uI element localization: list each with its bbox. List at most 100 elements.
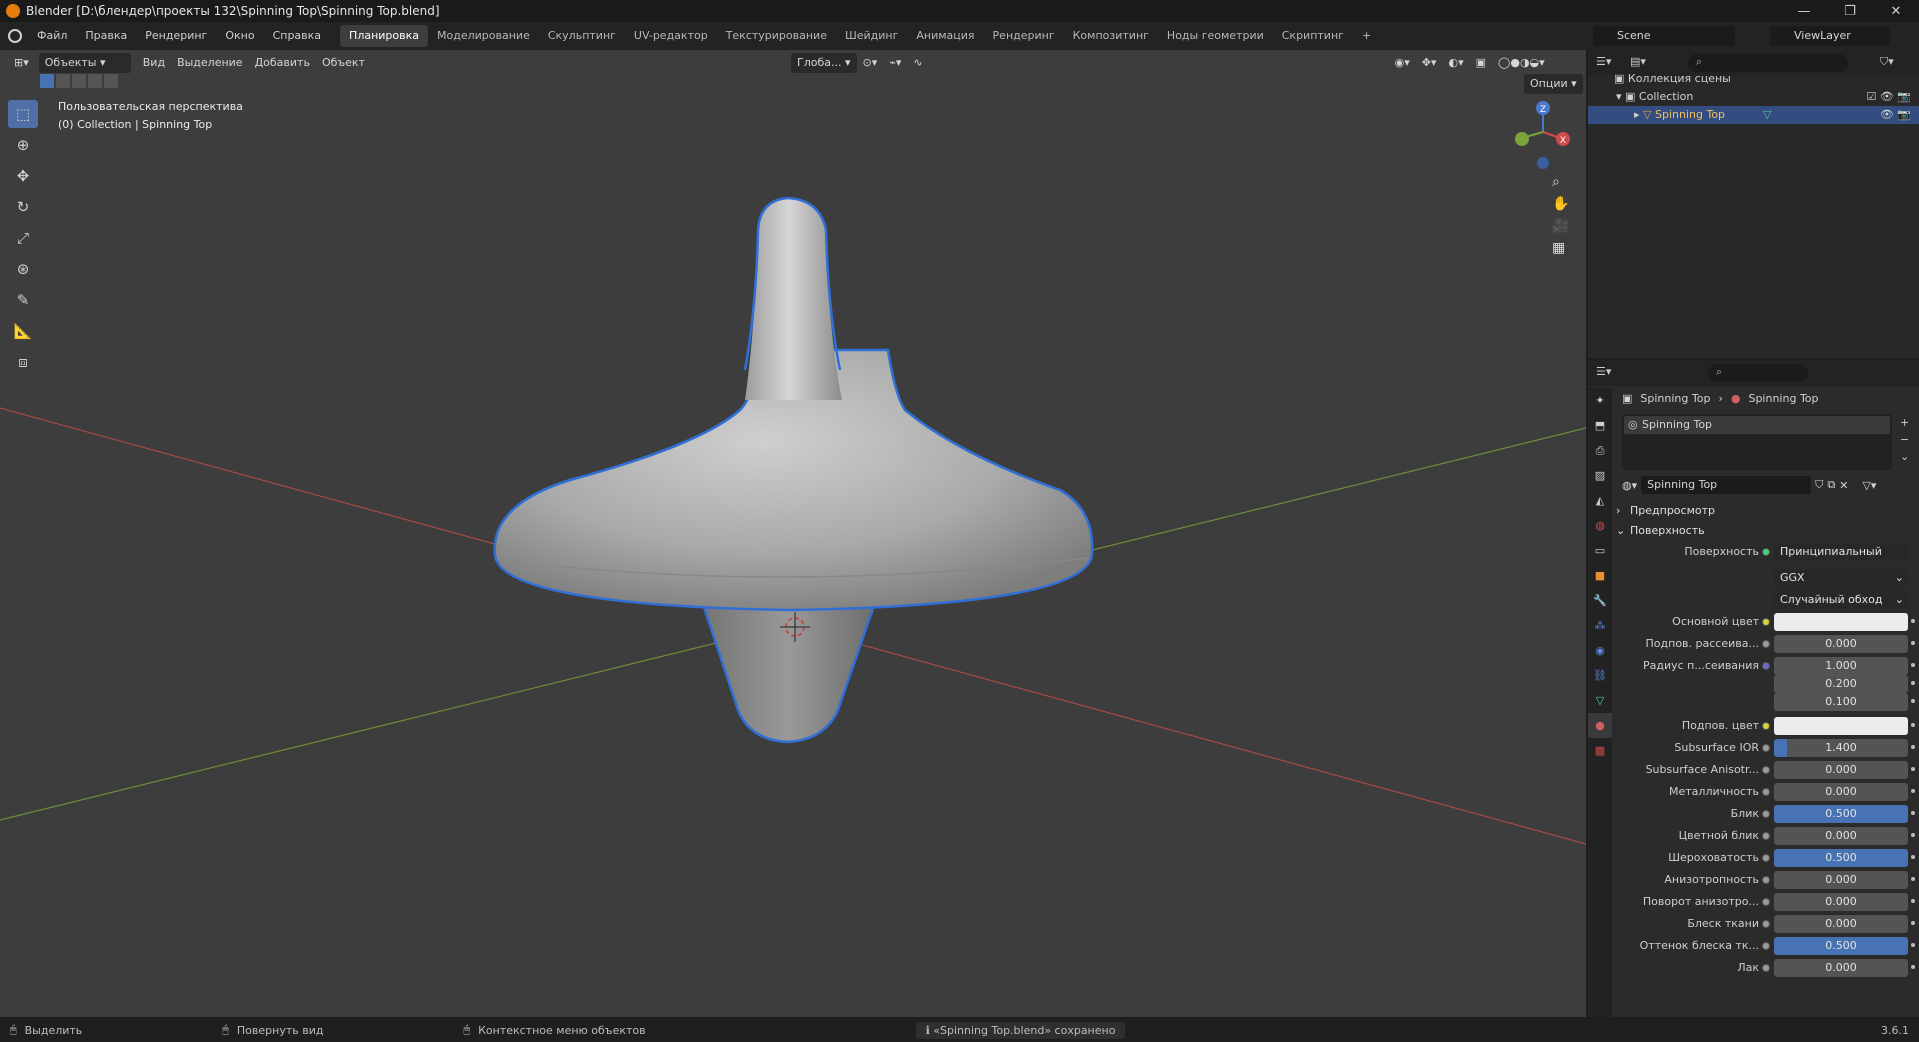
- object-visibility-icons[interactable]: 👁 📷: [1880, 106, 1911, 124]
- proportional-edit-icon[interactable]: ∿: [907, 53, 928, 73]
- keyframe-dot-icon[interactable]: [1911, 641, 1915, 645]
- maximize-button[interactable]: ❐: [1827, 0, 1873, 22]
- outliner-row-spinning-top[interactable]: ▸ ▽ Spinning Top ▽ 👁 📷: [1588, 106, 1919, 124]
- data-tab-icon[interactable]: ▽: [1588, 688, 1612, 713]
- viewport-canvas[interactable]: Z X: [0, 50, 1586, 1017]
- keyframe-dot-icon[interactable]: [1911, 619, 1915, 623]
- outliner-row-collection[interactable]: ▾ ▣ Collection ☑ 👁 📷: [1588, 88, 1919, 106]
- keyframe-dot-icon[interactable]: [1911, 789, 1915, 793]
- socket-dot-icon[interactable]: [1762, 854, 1770, 862]
- tool-tab-icon[interactable]: ✦: [1588, 388, 1612, 413]
- keyframe-dot-icon[interactable]: [1911, 833, 1915, 837]
- menu-render[interactable]: Рендеринг: [136, 22, 216, 50]
- visibility-icon[interactable]: ◉▾: [1389, 53, 1416, 73]
- collection-visibility-icons[interactable]: ☑ 👁 📷: [1866, 88, 1911, 106]
- properties-editor-icon[interactable]: ☰▾: [1596, 365, 1611, 378]
- scale-tool-icon[interactable]: ⤢: [8, 224, 38, 252]
- socket-dot-icon[interactable]: [1762, 744, 1770, 752]
- keyframe-dot-icon[interactable]: [1911, 811, 1915, 815]
- surface-shader-field[interactable]: Принципиальный BSDF: [1774, 543, 1908, 561]
- menu-select[interactable]: Выделение: [171, 53, 249, 73]
- material-browse-icon[interactable]: ◍▾: [1622, 479, 1637, 492]
- breadcrumb-object[interactable]: Spinning Top: [1640, 392, 1710, 405]
- preview-section[interactable]: › Предпросмотр: [1612, 500, 1919, 522]
- subsurface-method-dropdown[interactable]: Случайный обход ⌄: [1774, 591, 1908, 609]
- properties-search-input[interactable]: ⌕: [1708, 364, 1808, 382]
- tab-modeling[interactable]: Моделирование: [428, 25, 539, 47]
- transform-tool-icon[interactable]: ⊛: [8, 255, 38, 283]
- color-field[interactable]: [1774, 717, 1908, 735]
- pivot-icon[interactable]: ⊙▾: [857, 53, 884, 73]
- menu-view[interactable]: Вид: [137, 53, 171, 73]
- socket-dot-icon[interactable]: [1762, 832, 1770, 840]
- material-tab-icon[interactable]: ●: [1588, 713, 1612, 738]
- 3d-viewport[interactable]: Z X ⊞▾ Объекты ▾ Вид Выделение Добавить …: [0, 50, 1586, 1017]
- transform-orientation-dropdown[interactable]: Глоба... ▾: [791, 53, 857, 73]
- shading-modes-icon[interactable]: ◯●◑◒▾: [1492, 53, 1551, 73]
- distribution-dropdown[interactable]: GGX ⌄: [1774, 569, 1908, 587]
- expand-arrow-icon[interactable]: ▾: [1616, 90, 1625, 103]
- measure-tool-icon[interactable]: 📐: [8, 317, 38, 345]
- socket-dot-icon[interactable]: [1762, 618, 1770, 626]
- menu-window[interactable]: Окно: [216, 22, 263, 50]
- tab-sculpting[interactable]: Скульптинг: [539, 25, 625, 47]
- value-field[interactable]: 1.000: [1774, 657, 1908, 675]
- select-box-tool-icon[interactable]: ⬚: [8, 100, 38, 128]
- expand-arrow-icon[interactable]: ▸: [1634, 108, 1643, 121]
- unlink-material-icon[interactable]: ✕: [1839, 479, 1848, 492]
- physics-tab-icon[interactable]: ◉: [1588, 638, 1612, 663]
- slot-menu-chevron-icon[interactable]: ⌄: [1900, 450, 1909, 463]
- socket-dot-icon[interactable]: [1762, 788, 1770, 796]
- tab-shading[interactable]: Шейдинг: [836, 25, 907, 47]
- texture-tab-icon[interactable]: ▩: [1588, 738, 1612, 763]
- minimize-button[interactable]: —: [1781, 0, 1827, 22]
- socket-dot-icon[interactable]: [1762, 662, 1770, 670]
- particles-tab-icon[interactable]: ⁂: [1588, 613, 1612, 638]
- keyframe-dot-icon[interactable]: [1911, 921, 1915, 925]
- socket-dot-icon[interactable]: [1762, 964, 1770, 972]
- collection-tab-icon[interactable]: ▭: [1588, 538, 1612, 563]
- value-field[interactable]: 0.000: [1774, 761, 1908, 779]
- menu-edit[interactable]: Правка: [76, 22, 136, 50]
- keyframe-dot-icon[interactable]: [1911, 699, 1915, 703]
- add-cube-tool-icon[interactable]: ⧈: [8, 348, 38, 376]
- keyframe-dot-icon[interactable]: [1911, 855, 1915, 859]
- value-field[interactable]: 0.000: [1774, 893, 1908, 911]
- ortho-grid-icon[interactable]: ▦: [1552, 240, 1569, 256]
- socket-dot-icon[interactable]: [1762, 766, 1770, 774]
- fake-user-shield-icon[interactable]: ⛉: [1815, 478, 1823, 492]
- menu-help[interactable]: Справка: [264, 22, 330, 50]
- select-extend-icon[interactable]: [56, 74, 70, 88]
- view-layer-tab-icon[interactable]: ▨: [1588, 463, 1612, 488]
- mode-dropdown[interactable]: Объекты ▾: [38, 53, 131, 73]
- menu-file[interactable]: Файл: [28, 22, 76, 50]
- keyframe-dot-icon[interactable]: [1911, 745, 1915, 749]
- socket-dot-icon[interactable]: [1762, 722, 1770, 730]
- keyframe-dot-icon[interactable]: [1911, 899, 1915, 903]
- tab-rendering[interactable]: Рендеринг: [984, 25, 1064, 47]
- blender-menu-icon[interactable]: [8, 29, 22, 43]
- tab-scripting[interactable]: Скриптинг: [1273, 25, 1353, 47]
- select-new-icon[interactable]: [40, 74, 54, 88]
- keyframe-dot-icon[interactable]: [1911, 681, 1915, 685]
- keyframe-dot-icon[interactable]: [1911, 965, 1915, 969]
- remove-slot-button[interactable]: −: [1900, 433, 1909, 446]
- breadcrumb-material[interactable]: Spinning Top: [1748, 392, 1818, 405]
- zoom-icon[interactable]: ⌕: [1552, 174, 1569, 190]
- rotate-tool-icon[interactable]: ↻: [8, 193, 38, 221]
- gizmo-toggle-icon[interactable]: ✥▾: [1416, 53, 1443, 73]
- value-field[interactable]: 0.500: [1774, 849, 1908, 867]
- tab-texture-paint[interactable]: Текстурирование: [717, 25, 836, 47]
- keyframe-dot-icon[interactable]: [1911, 767, 1915, 771]
- socket-dot-icon[interactable]: [1762, 810, 1770, 818]
- options-dropdown[interactable]: Опции ▾: [1524, 74, 1583, 94]
- keyframe-dot-icon[interactable]: [1911, 723, 1915, 727]
- value-field[interactable]: 0.100: [1774, 693, 1908, 711]
- view-layer-selector[interactable]: ViewLayer: [1770, 26, 1890, 46]
- value-field[interactable]: 0.000: [1774, 915, 1908, 933]
- material-name-field[interactable]: Spinning Top: [1641, 476, 1812, 494]
- select-invert-icon[interactable]: [88, 74, 102, 88]
- value-field[interactable]: 0.500: [1774, 937, 1908, 955]
- outliner-editor-icon[interactable]: ☰▾: [1596, 55, 1611, 68]
- render-tab-icon[interactable]: ⬒: [1588, 413, 1612, 438]
